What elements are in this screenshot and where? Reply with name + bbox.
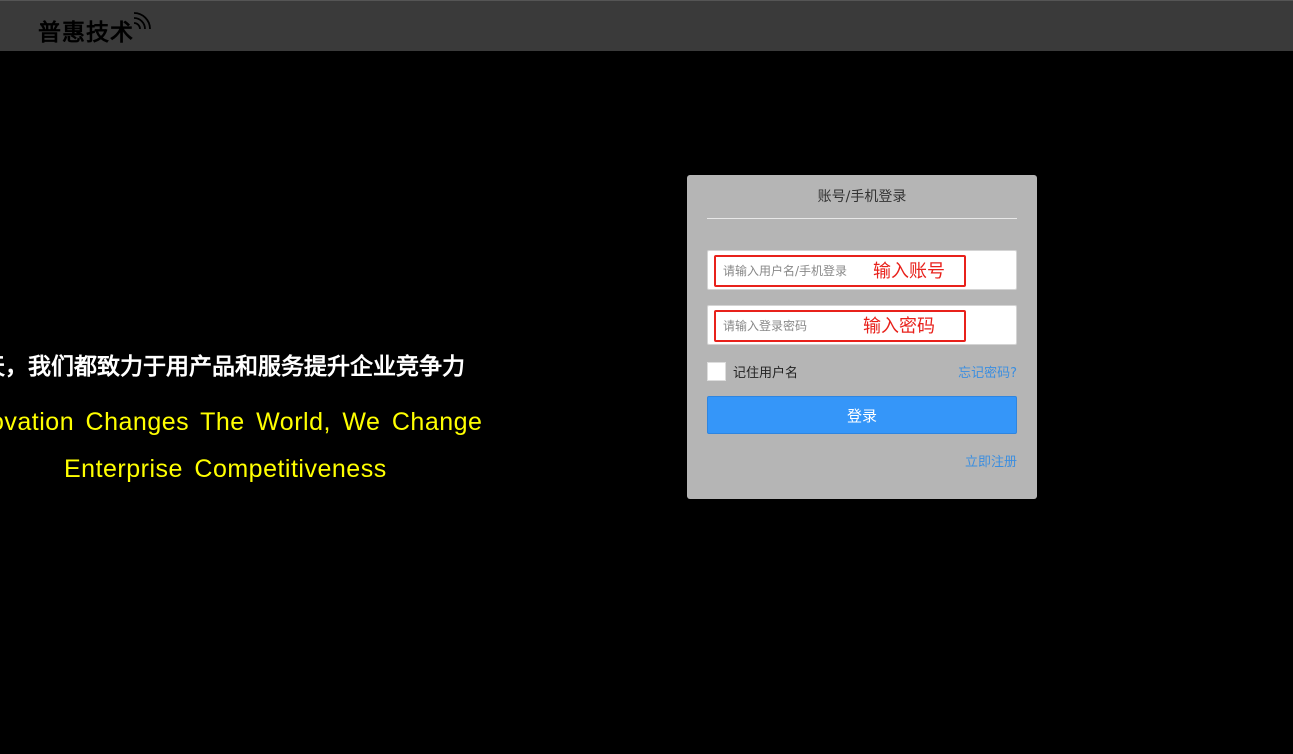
password-input[interactable]: [714, 310, 966, 342]
register-link[interactable]: 立即注册: [965, 451, 1017, 470]
password-field-wrapper: 输入密码: [707, 305, 1017, 345]
remember-username: 记住用户名: [707, 361, 798, 381]
login-button[interactable]: 登录: [707, 396, 1017, 434]
wifi-signal-icon: [133, 12, 151, 30]
brand-logo[interactable]: 普惠技术: [38, 12, 154, 47]
hero-slogan-chinese: 天，我们都致力于用产品和服务提升企业竞争力: [0, 354, 465, 380]
remember-username-checkbox[interactable]: [707, 361, 726, 381]
username-field-wrapper: 输入账号: [707, 250, 1017, 290]
top-bar: 普惠技术: [0, 0, 1293, 51]
username-input[interactable]: [714, 255, 966, 287]
remember-username-label[interactable]: 记住用户名: [733, 362, 798, 381]
hero-slogan-english-line2: Enterprise Competitiveness: [64, 455, 387, 483]
forgot-password-link[interactable]: 忘记密码?: [958, 362, 1017, 381]
hero-slogan-english-line1: ovation Changes The World, We Change: [0, 408, 483, 436]
login-title: 账号/手机登录: [707, 187, 1017, 219]
brand-logo-text: 普惠技术: [38, 20, 134, 46]
login-panel: 账号/手机登录 输入账号 输入密码 记住用户名 忘记密码? 登录 立即注册: [687, 175, 1037, 499]
